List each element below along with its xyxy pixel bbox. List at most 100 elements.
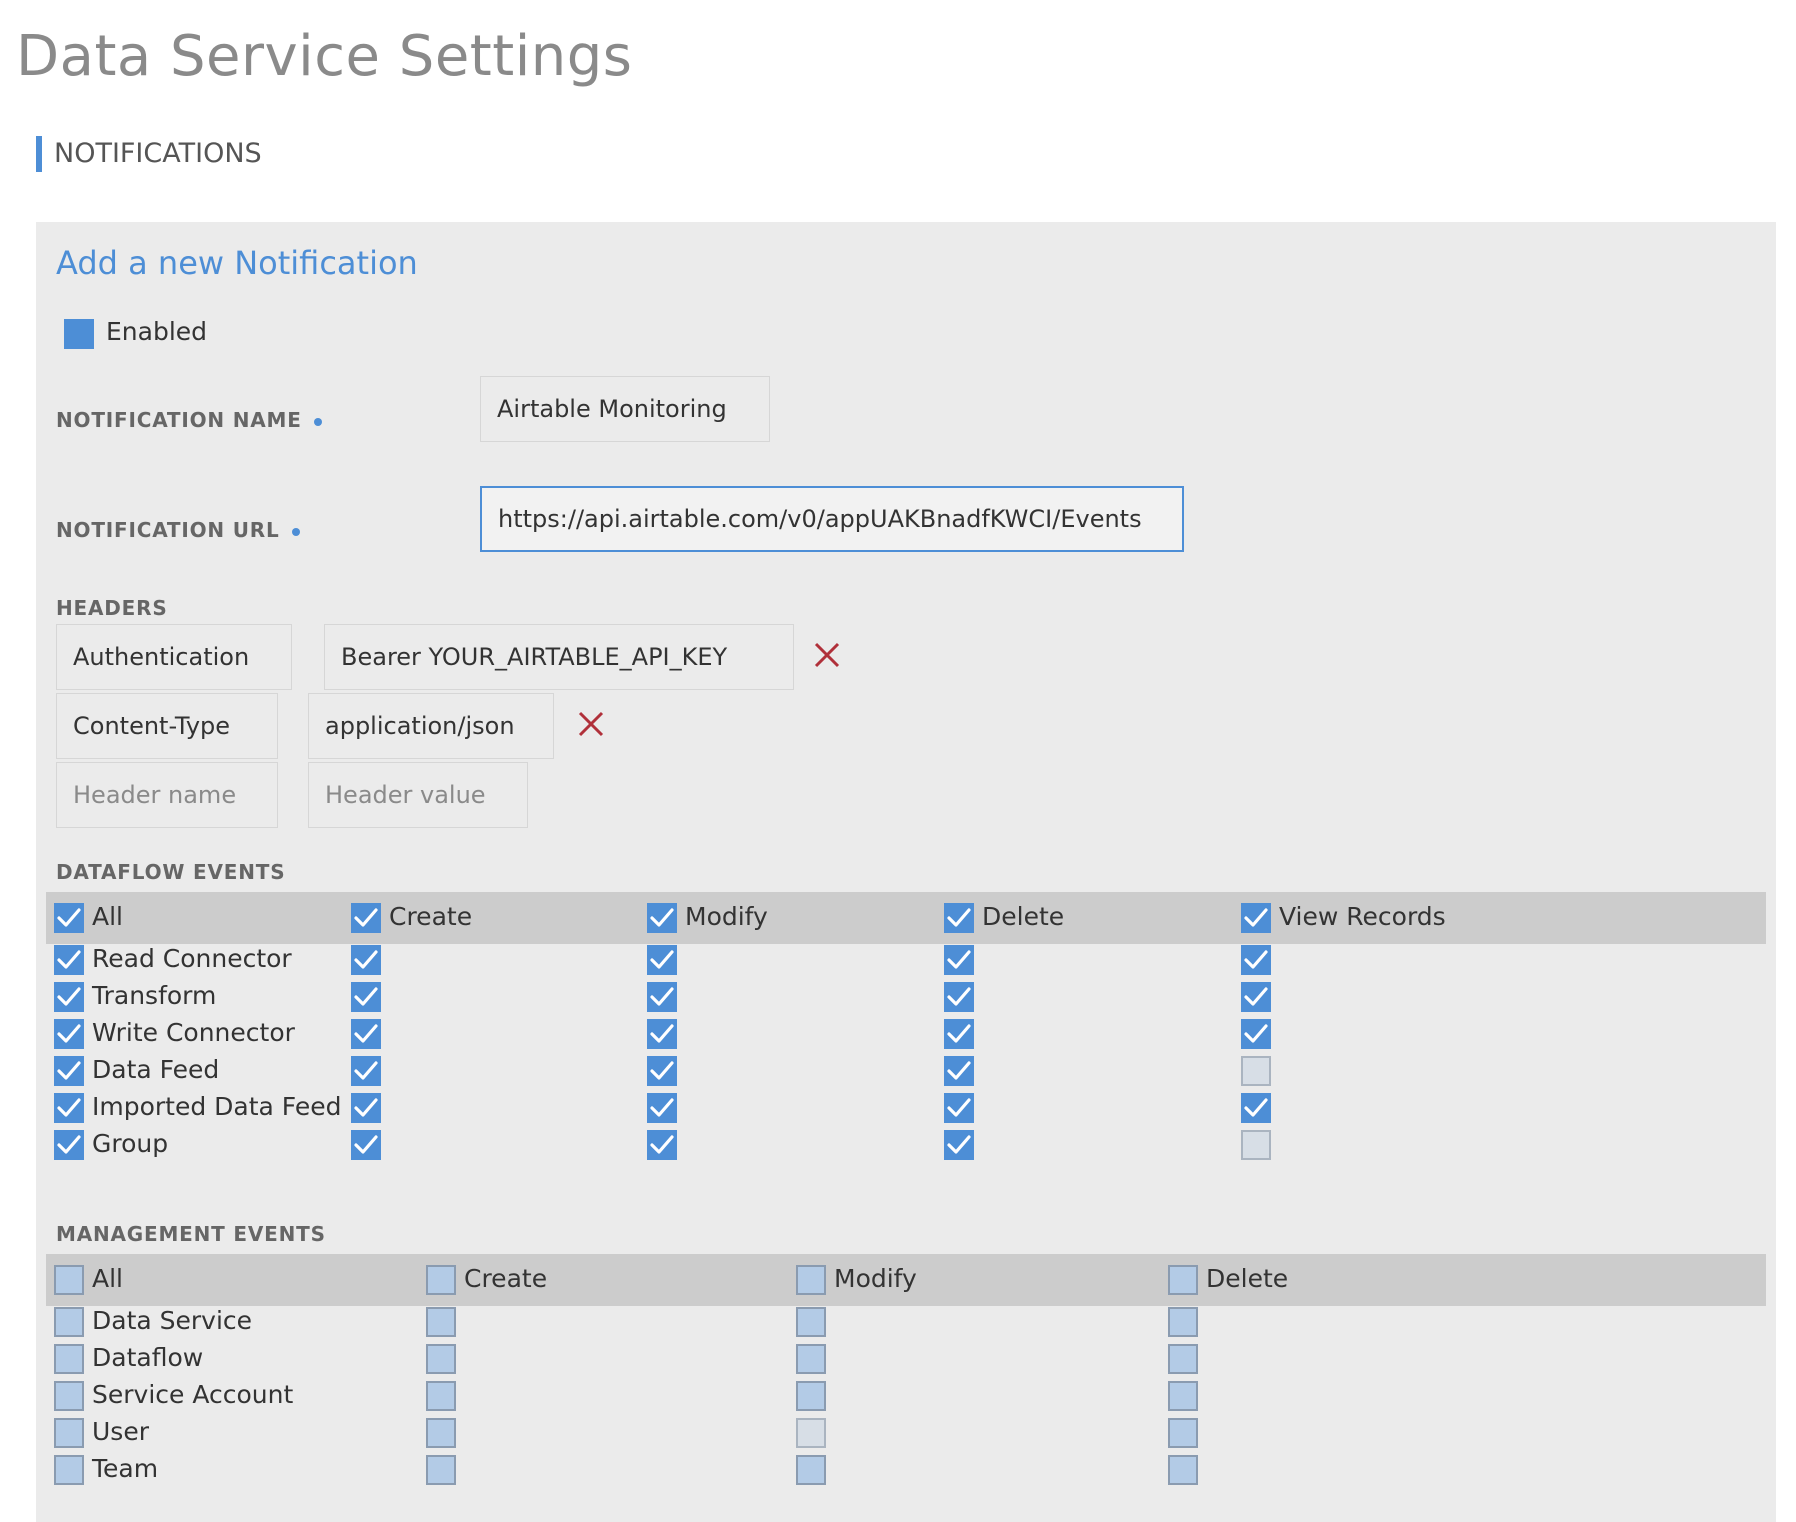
dataflow-row-label: Data Feed	[92, 1055, 220, 1084]
header-value-placeholder-input[interactable]: Header value	[308, 762, 528, 828]
dataflow-imported-data-feed-create-checkbox[interactable]	[351, 1093, 381, 1123]
checkmark-icon	[57, 1024, 81, 1043]
checkmark-icon	[354, 950, 378, 969]
notification-form-panel: Add a new Notification Enabled NOTIFICAT…	[36, 222, 1776, 1522]
management-col-create-label: Create	[464, 1264, 548, 1293]
dataflow-write-connector-delete-checkbox[interactable]	[944, 1019, 974, 1049]
dataflow-write-connector-row-checkbox[interactable]	[54, 1019, 84, 1049]
management-col-delete-checkbox[interactable]	[1168, 1265, 1198, 1295]
dataflow-group-create-checkbox[interactable]	[351, 1130, 381, 1160]
management-data-service-create-checkbox[interactable]	[426, 1307, 456, 1337]
dataflow-transform-modify-checkbox[interactable]	[647, 982, 677, 1012]
dataflow-col-create-checkbox[interactable]	[351, 903, 381, 933]
dataflow-write-connector-create-checkbox[interactable]	[351, 1019, 381, 1049]
management-col-create-checkbox[interactable]	[426, 1265, 456, 1295]
management-service-account-row-checkbox[interactable]	[54, 1381, 84, 1411]
required-dot-icon	[313, 417, 322, 426]
dataflow-col-create-label: Create	[389, 902, 473, 931]
management-col-modify-checkbox[interactable]	[796, 1265, 826, 1295]
checkmark-icon	[1244, 1024, 1268, 1043]
dataflow-group-modify-checkbox[interactable]	[647, 1130, 677, 1160]
dataflow-read-connector-row-checkbox[interactable]	[54, 945, 84, 975]
checkmark-icon	[947, 1098, 971, 1117]
headers-label: HEADERS	[56, 596, 168, 620]
notification-name-input[interactable]: Airtable Monitoring	[480, 376, 770, 442]
management-service-account-create-checkbox[interactable]	[426, 1381, 456, 1411]
management-team-modify-checkbox[interactable]	[796, 1455, 826, 1485]
management-team-delete-checkbox[interactable]	[1168, 1455, 1198, 1485]
management-user-modify-checkbox[interactable]	[796, 1418, 826, 1448]
dataflow-imported-data-feed-view-records-checkbox[interactable]	[1241, 1093, 1271, 1123]
checkmark-icon	[650, 1098, 674, 1117]
management-user-delete-checkbox[interactable]	[1168, 1418, 1198, 1448]
dataflow-transform-view-records-checkbox[interactable]	[1241, 982, 1271, 1012]
checkmark-icon	[650, 1061, 674, 1080]
management-events-label: MANAGEMENT EVENTS	[56, 1222, 326, 1246]
management-dataflow-create-checkbox[interactable]	[426, 1344, 456, 1374]
dataflow-all-checkbox[interactable]	[54, 903, 84, 933]
checkmark-icon	[354, 1098, 378, 1117]
checkmark-icon	[650, 1135, 674, 1154]
dataflow-col-view-records-checkbox[interactable]	[1241, 903, 1271, 933]
management-row-label: Dataflow	[92, 1343, 204, 1372]
checkmark-icon	[57, 987, 81, 1006]
checkmark-icon	[650, 987, 674, 1006]
header-name-input[interactable]: Authentication	[56, 624, 292, 690]
management-user-row-checkbox[interactable]	[54, 1418, 84, 1448]
notification-url-input[interactable]: https://api.airtable.com/v0/appUAKBnadfK…	[480, 486, 1184, 552]
enabled-label: Enabled	[106, 317, 208, 346]
dataflow-imported-data-feed-modify-checkbox[interactable]	[647, 1093, 677, 1123]
management-team-create-checkbox[interactable]	[426, 1455, 456, 1485]
management-team-row-checkbox[interactable]	[54, 1455, 84, 1485]
dataflow-col-modify-label: Modify	[685, 902, 768, 931]
management-dataflow-delete-checkbox[interactable]	[1168, 1344, 1198, 1374]
enabled-checkbox[interactable]	[64, 319, 94, 349]
management-service-account-delete-checkbox[interactable]	[1168, 1381, 1198, 1411]
management-data-service-row-checkbox[interactable]	[54, 1307, 84, 1337]
remove-header-icon[interactable]	[576, 709, 606, 739]
header-name-input[interactable]: Content-Type	[56, 693, 278, 759]
dataflow-write-connector-modify-checkbox[interactable]	[647, 1019, 677, 1049]
management-dataflow-row-checkbox[interactable]	[54, 1344, 84, 1374]
management-data-service-delete-checkbox[interactable]	[1168, 1307, 1198, 1337]
checkmark-icon	[57, 950, 81, 969]
checkmark-icon	[947, 1061, 971, 1080]
management-service-account-modify-checkbox[interactable]	[796, 1381, 826, 1411]
dataflow-col-delete-label: Delete	[982, 902, 1065, 931]
notification-name-label: NOTIFICATION NAME	[56, 408, 322, 432]
dataflow-data-feed-view-records-checkbox[interactable]	[1241, 1056, 1271, 1086]
dataflow-row-label: Write Connector	[92, 1018, 295, 1047]
checkmark-icon	[57, 1098, 81, 1117]
dataflow-imported-data-feed-row-checkbox[interactable]	[54, 1093, 84, 1123]
dataflow-data-feed-create-checkbox[interactable]	[351, 1056, 381, 1086]
dataflow-transform-delete-checkbox[interactable]	[944, 982, 974, 1012]
dataflow-write-connector-view-records-checkbox[interactable]	[1241, 1019, 1271, 1049]
dataflow-transform-row-checkbox[interactable]	[54, 982, 84, 1012]
header-name-placeholder-input[interactable]: Header name	[56, 762, 278, 828]
dataflow-data-feed-row-checkbox[interactable]	[54, 1056, 84, 1086]
management-all-checkbox[interactable]	[54, 1265, 84, 1295]
dataflow-group-delete-checkbox[interactable]	[944, 1130, 974, 1160]
management-data-service-modify-checkbox[interactable]	[796, 1307, 826, 1337]
management-dataflow-modify-checkbox[interactable]	[796, 1344, 826, 1374]
dataflow-read-connector-create-checkbox[interactable]	[351, 945, 381, 975]
dataflow-transform-create-checkbox[interactable]	[351, 982, 381, 1012]
remove-header-icon[interactable]	[812, 640, 842, 670]
dataflow-col-delete-checkbox[interactable]	[944, 903, 974, 933]
dataflow-col-modify-checkbox[interactable]	[647, 903, 677, 933]
notification-url-label: NOTIFICATION URL	[56, 518, 300, 542]
dataflow-data-feed-delete-checkbox[interactable]	[944, 1056, 974, 1086]
dataflow-group-view-records-checkbox[interactable]	[1241, 1130, 1271, 1160]
checkmark-icon	[1244, 950, 1268, 969]
header-value-input[interactable]: Bearer YOUR_AIRTABLE_API_KEY	[324, 624, 794, 690]
management-user-create-checkbox[interactable]	[426, 1418, 456, 1448]
dataflow-header-row	[46, 892, 1766, 944]
dataflow-data-feed-modify-checkbox[interactable]	[647, 1056, 677, 1086]
dataflow-group-row-checkbox[interactable]	[54, 1130, 84, 1160]
dataflow-read-connector-view-records-checkbox[interactable]	[1241, 945, 1271, 975]
checkmark-icon	[1244, 987, 1268, 1006]
dataflow-imported-data-feed-delete-checkbox[interactable]	[944, 1093, 974, 1123]
dataflow-read-connector-delete-checkbox[interactable]	[944, 945, 974, 975]
header-value-input[interactable]: application/json	[308, 693, 554, 759]
dataflow-read-connector-modify-checkbox[interactable]	[647, 945, 677, 975]
